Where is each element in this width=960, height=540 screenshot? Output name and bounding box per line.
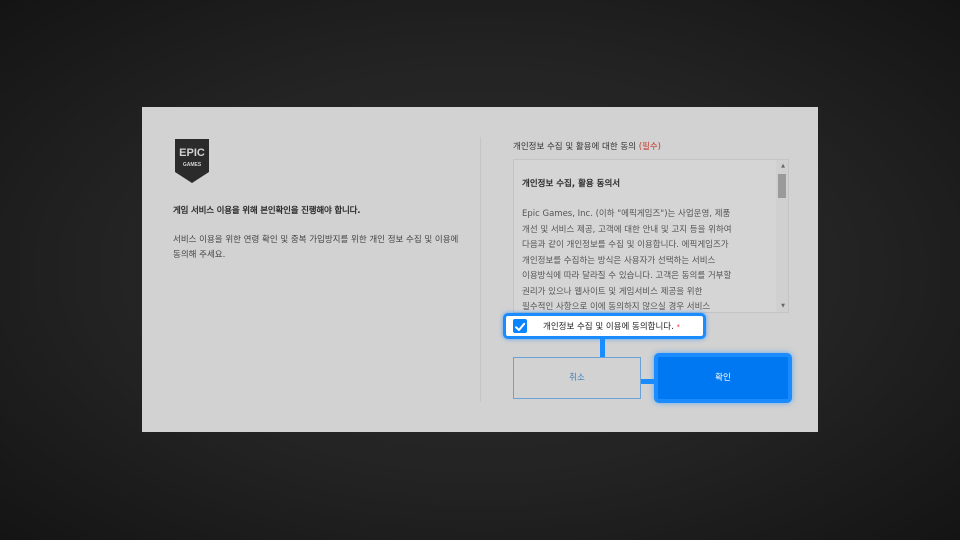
checkbox-label-text: 개인정보 수집 및 이용에 동의합니다. [543,322,674,332]
terms-scroll-box[interactable]: 개인정보 수집, 활용 동의서 Epic Games, Inc. (이하 "에픽… [513,159,789,313]
terms-line: 개선 및 서비스 제공, 고객에 대한 안내 및 고지 등을 위하여 [522,224,732,235]
terms-body: Epic Games, Inc. (이하 "에픽게임즈")는 사업운영, 제품 … [522,207,767,312]
scroll-thumb[interactable] [778,174,786,198]
confirm-button[interactable]: 확인 [654,353,792,403]
cancel-button[interactable]: 취소 [513,357,641,399]
terms-line: 필수적인 사항으로 이에 동의하지 않으실 경우 서비스 [522,302,711,312]
checkmark-icon [515,322,526,331]
terms-heading: 개인정보 수집, 활용 동의서 [522,179,621,189]
vertical-divider [480,137,481,402]
terms-line: 권리가 있으나 웹사이트 및 게임서비스 제공을 위한 [522,286,703,297]
terms-line: 이용방식에 따라 달라질 수 있습니다. 고객은 동의를 거부할 [522,271,732,281]
consent-checkbox-row[interactable]: 개인정보 수집 및 이용에 동의합니다. * [503,313,706,339]
terms-line: 개인정보를 수집하는 방식은 사용자가 선택하는 서비스 [522,255,716,266]
scroll-up-arrow-icon[interactable]: ▲ [781,163,785,169]
logo-games-text: GAMES [183,162,202,168]
epic-games-logo: EPIC GAMES [173,138,211,184]
consent-checkbox[interactable] [513,319,527,333]
scroll-down-arrow-icon[interactable]: ▼ [781,303,785,309]
consent-title-text: 개인정보 수집 및 활용에 대한 동의 [513,142,639,152]
required-asterisk: * [676,323,681,331]
required-tag: (필수) [638,142,661,152]
consent-checkbox-label: 개인정보 수집 및 이용에 동의합니다. * [543,320,680,332]
terms-line: Epic Games, Inc. (이하 "에픽게임즈")는 사업운영, 제품 [522,209,731,219]
dialog-description: 서비스 이용을 위한 연령 확인 및 중복 가입방지를 위한 개인 정보 수집 … [173,235,459,260]
logo-epic-text: EPIC [179,147,205,159]
terms-scrollbar[interactable]: ▲ ▼ [776,160,788,312]
consent-title: 개인정보 수집 및 활용에 대한 동의 (필수) [513,140,661,152]
dialog-heading: 게임 서비스 이용을 위해 본인확인을 진행해야 합니다. [173,206,361,216]
terms-line: 다음과 같이 개인정보를 수집 및 이용합니다. 에픽게임즈가 [522,240,729,250]
